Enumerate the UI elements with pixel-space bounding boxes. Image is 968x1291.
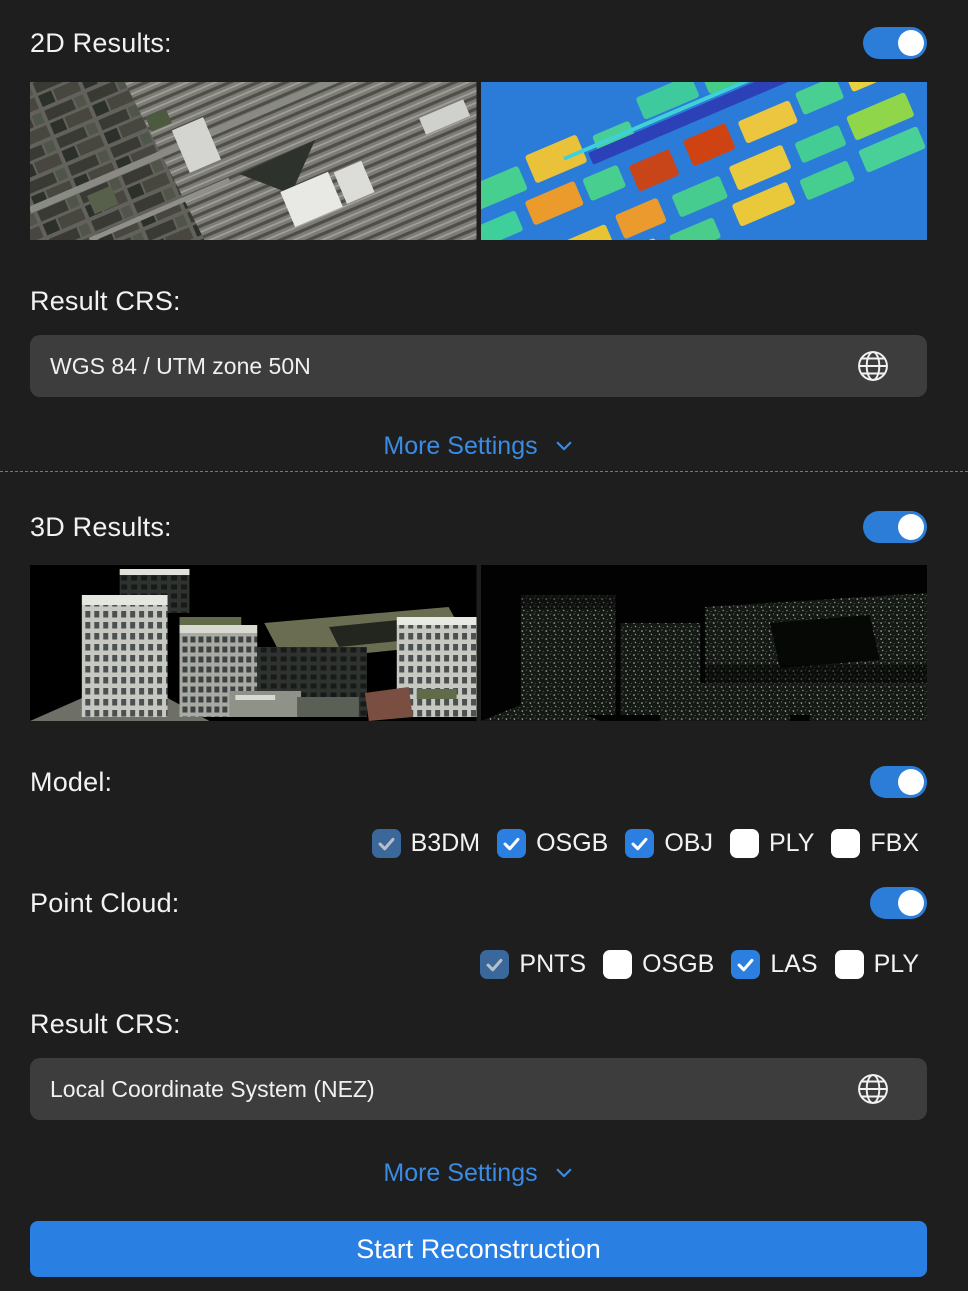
results-3d-toggle[interactable] xyxy=(863,511,927,543)
chevron-down-icon xyxy=(554,436,574,456)
heatmap-preview-image xyxy=(481,82,928,240)
results-2d-label: 2D Results: xyxy=(30,28,172,59)
toggle-knob xyxy=(898,890,924,916)
format-option-ply[interactable]: PLY xyxy=(730,829,814,858)
textured-model-preview-image xyxy=(30,565,477,721)
more-settings-bottom-label: More Settings xyxy=(383,1159,537,1188)
checkbox-label-pnts: PNTS xyxy=(519,950,586,979)
checkbox-pnts xyxy=(480,950,509,979)
point-cloud-preview-image xyxy=(481,565,928,721)
results-2d-header: 2D Results: xyxy=(30,26,927,60)
chevron-down-icon xyxy=(554,1163,574,1183)
result-crs-bottom-field[interactable]: Local Coordinate System (NEZ) xyxy=(30,1058,927,1120)
previews-2d xyxy=(30,82,927,240)
start-reconstruction-button[interactable]: Start Reconstruction xyxy=(30,1221,927,1277)
previews-3d xyxy=(30,565,927,721)
checkbox-label-ply: PLY xyxy=(874,950,919,979)
more-settings-top[interactable]: More Settings xyxy=(30,430,927,462)
checkbox-obj[interactable] xyxy=(625,829,654,858)
format-option-obj[interactable]: OBJ xyxy=(625,829,713,858)
format-option-las[interactable]: LAS xyxy=(731,950,817,979)
checkbox-label-las: LAS xyxy=(770,950,817,979)
toggle-knob xyxy=(898,514,924,540)
more-settings-top-label: More Settings xyxy=(383,432,537,461)
toggle-knob xyxy=(898,769,924,795)
model-format-options: B3DM OSGB OBJ PLY FBX xyxy=(30,827,927,859)
checkbox-osgb[interactable] xyxy=(497,829,526,858)
checkbox-label-b3dm: B3DM xyxy=(411,829,480,858)
checkbox-label-obj: OBJ xyxy=(664,829,713,858)
checkbox-b3dm xyxy=(372,829,401,858)
start-reconstruction-label: Start Reconstruction xyxy=(356,1234,601,1265)
format-option-b3dm[interactable]: B3DM xyxy=(372,829,480,858)
checkbox-las[interactable] xyxy=(731,950,760,979)
format-option-osgb[interactable]: OSGB xyxy=(497,829,608,858)
checkbox-label-osgb: OSGB xyxy=(642,950,714,979)
checkbox-ply[interactable] xyxy=(835,950,864,979)
format-option-fbx[interactable]: FBX xyxy=(831,829,919,858)
checkbox-osgb[interactable] xyxy=(603,950,632,979)
checkbox-label-fbx: FBX xyxy=(870,829,919,858)
globe-icon[interactable] xyxy=(855,1071,891,1107)
model-toggle[interactable] xyxy=(870,766,927,798)
format-option-pnts[interactable]: PNTS xyxy=(480,950,586,979)
section-divider xyxy=(0,471,968,472)
more-settings-bottom[interactable]: More Settings xyxy=(30,1157,927,1189)
checkbox-label-ply: PLY xyxy=(769,829,814,858)
results-3d-header: 3D Results: xyxy=(30,510,927,544)
model-header: Model: xyxy=(30,765,927,799)
model-label: Model: xyxy=(30,767,112,798)
format-option-ply[interactable]: PLY xyxy=(835,950,919,979)
toggle-knob xyxy=(898,30,924,56)
results-3d-label: 3D Results: xyxy=(30,512,172,543)
reconstruction-settings-panel: 2D Results: xyxy=(0,26,968,462)
result-crs-bottom-value: Local Coordinate System (NEZ) xyxy=(50,1076,375,1103)
format-option-osgb[interactable]: OSGB xyxy=(603,950,714,979)
point-cloud-header: Point Cloud: xyxy=(30,886,927,920)
checkbox-fbx[interactable] xyxy=(831,829,860,858)
result-crs-top-field[interactable]: WGS 84 / UTM zone 50N xyxy=(30,335,927,397)
point-cloud-format-options: PNTS OSGB LAS PLY xyxy=(30,948,927,980)
result-crs-top-value: WGS 84 / UTM zone 50N xyxy=(50,353,311,380)
checkbox-ply[interactable] xyxy=(730,829,759,858)
result-crs-top-label: Result CRS: xyxy=(30,286,181,317)
checkbox-label-osgb: OSGB xyxy=(536,829,608,858)
results-2d-toggle[interactable] xyxy=(863,27,927,59)
globe-icon[interactable] xyxy=(855,348,891,384)
result-crs-bottom-label: Result CRS: xyxy=(30,1009,181,1040)
point-cloud-label: Point Cloud: xyxy=(30,888,180,919)
point-cloud-toggle[interactable] xyxy=(870,887,927,919)
orthophoto-preview-image xyxy=(30,82,477,240)
